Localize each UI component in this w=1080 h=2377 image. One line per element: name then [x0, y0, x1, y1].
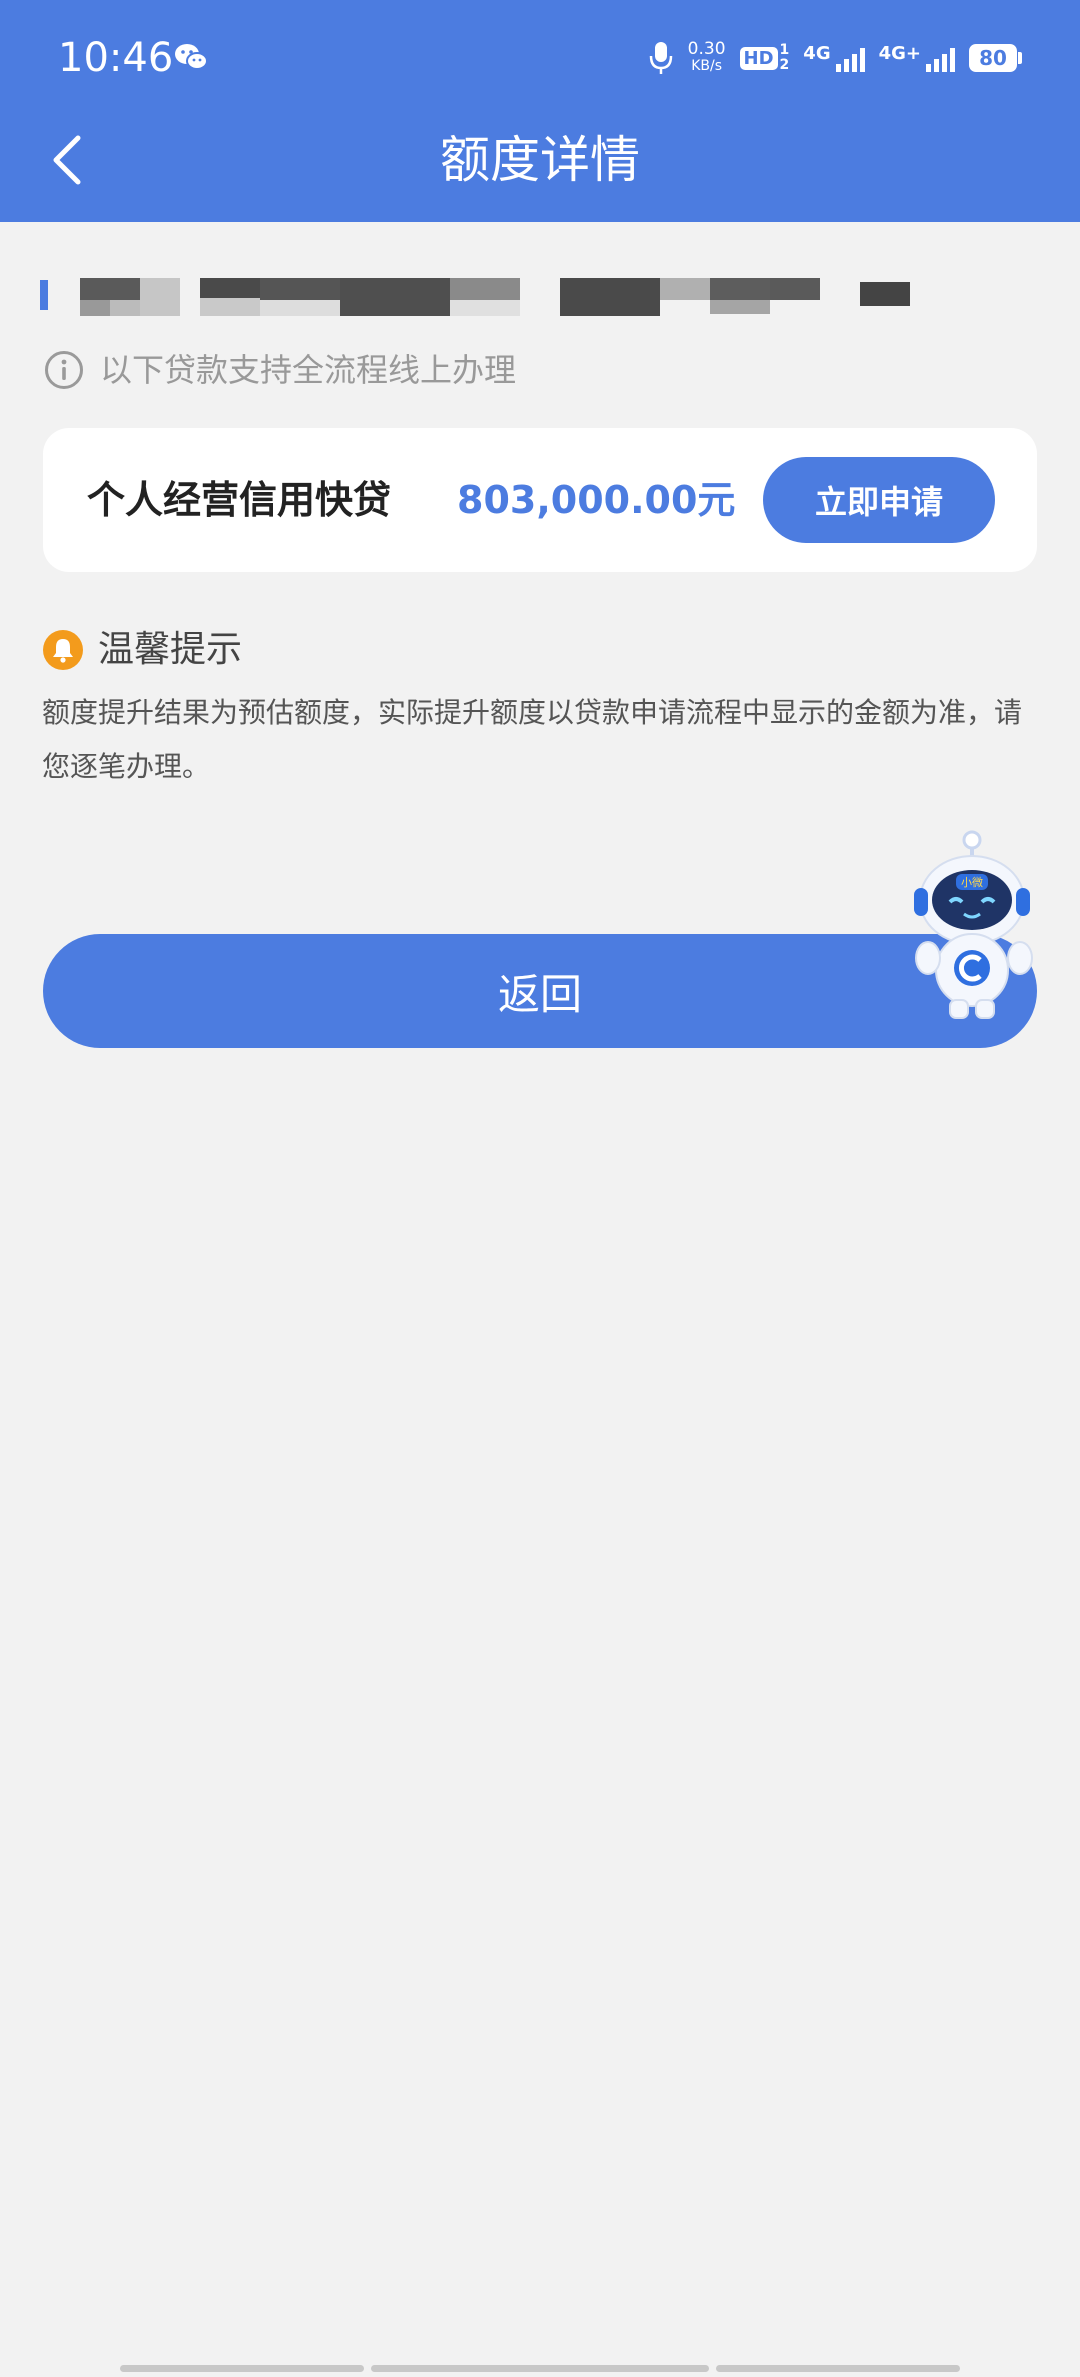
notice-title: 温馨提示: [98, 629, 243, 670]
signal-sim2-icon: 4G+: [879, 44, 955, 72]
wechat-icon: [175, 44, 208, 70]
redacted-account-info: [40, 278, 910, 316]
online-tip-text: 以下贷款支持全流程线上办理: [100, 351, 517, 389]
network-type-1: 4G: [803, 43, 831, 64]
loan-amount: 803,000.00元: [457, 478, 736, 522]
signal-sim1-icon: 4G: [803, 43, 865, 72]
status-bar: 10:46 0.30 KB/s HD 1 2 4G 4G+ 80: [0, 0, 1080, 110]
nav-gesture-bar-right: [716, 2365, 960, 2372]
return-button[interactable]: 返回: [43, 934, 1037, 1048]
network-speed-value: 0.30: [687, 39, 726, 59]
network-type-2: 4G+: [878, 43, 921, 64]
battery-level: 80: [969, 44, 1017, 72]
network-speed: 0.30 KB/s: [688, 41, 726, 75]
assistant-robot-icon[interactable]: 小微: [906, 830, 1038, 1020]
status-time: 10:46: [58, 35, 174, 81]
loan-card: 个人经营信用快贷 803,000.00元 立即申请: [43, 428, 1037, 572]
notice-body: 额度提升结果为预估额度，实际提升额度以贷款申请流程中显示的金额为准，请您逐笔办理…: [42, 696, 1023, 783]
hd-sim1: 1: [779, 42, 790, 58]
battery-icon: 80: [969, 44, 1022, 72]
status-icons: 0.30 KB/s HD 1 2 4G 4G+ 80: [648, 36, 1022, 80]
apply-now-button[interactable]: 立即申请: [763, 457, 995, 543]
hd-voice-icon: HD 1 2: [739, 42, 790, 73]
bell-icon: [43, 630, 83, 670]
robot-badge-text: 小微: [961, 875, 983, 889]
nav-gesture-bar-left: [120, 2365, 364, 2372]
info-icon: [45, 351, 83, 389]
hd-label: HD: [739, 46, 778, 70]
microphone-icon: [649, 42, 672, 74]
hd-sim2: 2: [779, 57, 790, 73]
online-tip: 以下贷款支持全流程线上办理: [44, 350, 516, 390]
network-speed-unit: KB/s: [691, 58, 722, 74]
page-title: 额度详情: [440, 131, 640, 189]
notice-header: 温馨提示: [42, 628, 242, 672]
nav-gesture-bar-center: [371, 2365, 709, 2372]
header-bar: 10:46 0.30 KB/s HD 1 2 4G 4G+ 80 额度详情: [0, 0, 1080, 222]
loan-product-name: 个人经营信用快贷: [87, 478, 392, 522]
